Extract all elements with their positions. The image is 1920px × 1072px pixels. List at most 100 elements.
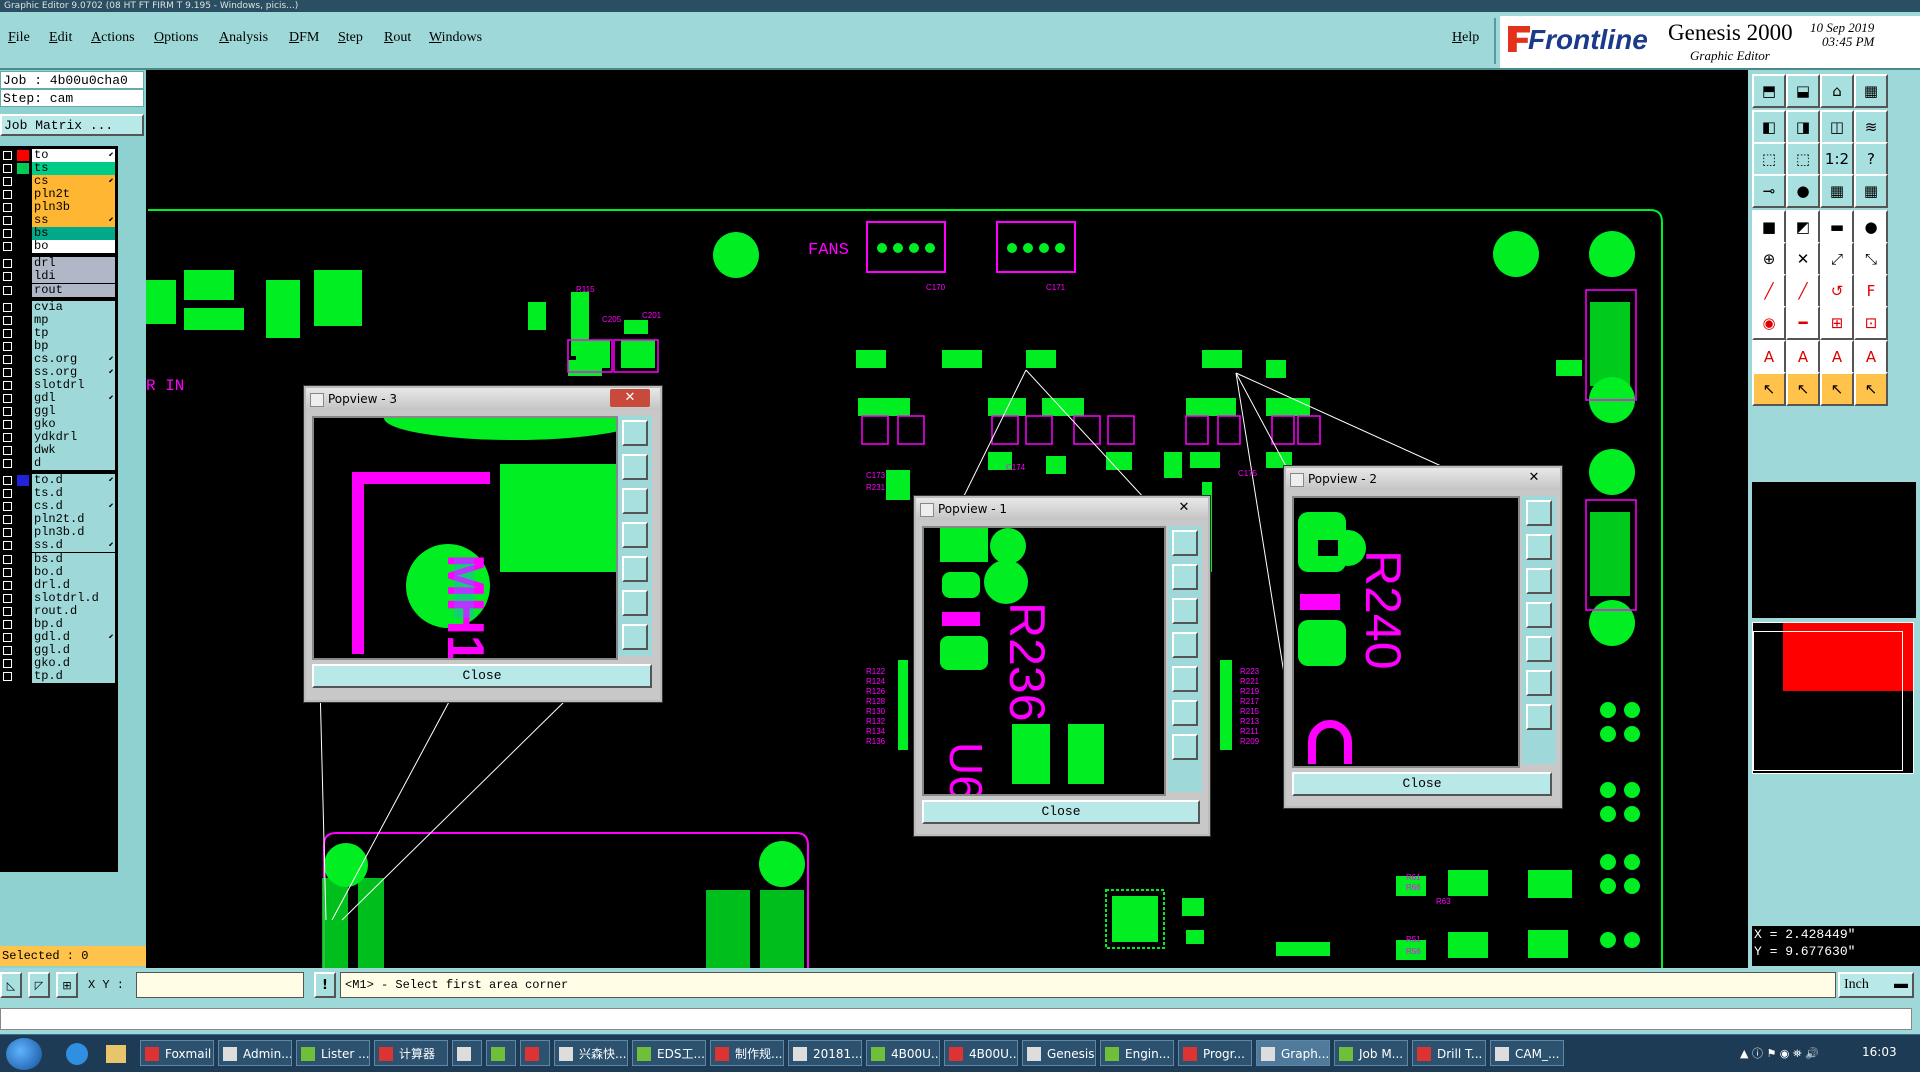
job-matrix-button[interactable]: Job Matrix ...: [0, 114, 144, 136]
dfm-icon[interactable]: ▦: [1854, 174, 1888, 208]
layer-name[interactable]: bp.d: [32, 617, 115, 631]
layer-name[interactable]: bs: [32, 227, 115, 241]
layer-name[interactable]: tp: [32, 326, 115, 340]
layer-name[interactable]: gko: [32, 418, 115, 431]
taskbar-item[interactable]: Drill T...: [1412, 1040, 1486, 1066]
taskbar-item[interactable]: Progr...: [1178, 1040, 1252, 1066]
zoom-1to1-icon[interactable]: 1:2: [1820, 142, 1854, 176]
layer-checkbox[interactable]: [3, 515, 12, 525]
flip-icon[interactable]: F: [1854, 274, 1888, 308]
popview-2-close-icon[interactable]: ✕: [1514, 469, 1554, 487]
netlist-icon[interactable]: ▦: [1820, 174, 1854, 208]
layer-name[interactable]: drl: [32, 257, 115, 271]
taskbar-item[interactable]: [520, 1040, 550, 1066]
pan-right-button[interactable]: [1172, 666, 1198, 692]
text2-icon[interactable]: A: [1820, 340, 1854, 374]
layer-checkbox[interactable]: [3, 645, 12, 655]
layer-name[interactable]: bp: [32, 339, 115, 353]
layer-name[interactable]: bo.d: [32, 565, 115, 579]
popview-3-view[interactable]: MH15: [312, 416, 618, 660]
popview-1-view[interactable]: R236 U6: [922, 526, 1166, 796]
layer-name[interactable]: slotdrl: [32, 378, 115, 392]
taskbar-item[interactable]: 兴森快...: [554, 1040, 628, 1066]
rotate-icon[interactable]: ↺: [1820, 274, 1854, 308]
layer-name[interactable]: cs.d: [32, 500, 115, 514]
layer-name[interactable]: ts: [32, 162, 115, 176]
popview-1-close-icon[interactable]: ✕: [1164, 499, 1204, 517]
measure-icon[interactable]: ⊸: [1752, 174, 1786, 208]
pan-left-button[interactable]: [622, 522, 648, 548]
zoom-home-button[interactable]: [622, 488, 648, 514]
zoom-home-button[interactable]: [1526, 568, 1552, 594]
layer-name[interactable]: pln3b: [32, 201, 115, 215]
layer-name[interactable]: ss.org: [32, 365, 115, 379]
connect-icon[interactable]: ⊕: [1752, 242, 1786, 276]
xy-input[interactable]: [136, 972, 304, 998]
layer-name[interactable]: ss: [32, 214, 115, 228]
layer-checkbox[interactable]: [3, 302, 12, 312]
layer-checkbox[interactable]: [3, 606, 12, 616]
layer-checkbox[interactable]: [3, 380, 12, 390]
layer-checkbox[interactable]: [3, 341, 12, 351]
layer-checkbox[interactable]: [3, 489, 12, 499]
layer-color-swatch[interactable]: [17, 150, 29, 161]
menu-dfm[interactable]: DFM: [289, 30, 319, 46]
layer-name[interactable]: mp: [32, 313, 115, 327]
layer-checkbox[interactable]: [3, 393, 12, 403]
layer-name[interactable]: ggl.d: [32, 643, 115, 657]
zoom-in-button[interactable]: [1526, 500, 1552, 526]
layer-checkbox[interactable]: [3, 190, 12, 200]
layer-name[interactable]: ts.d: [32, 487, 115, 501]
split-icon[interactable]: ⤢: [1820, 242, 1854, 276]
layer-color-swatch[interactable]: [17, 475, 29, 487]
taskbar-item[interactable]: 制作规...: [710, 1040, 784, 1066]
mirror-icon[interactable]: ⊞: [1820, 306, 1854, 340]
layer-checkbox[interactable]: [3, 242, 12, 252]
select2-icon[interactable]: ↖: [1786, 372, 1820, 406]
explorer-icon[interactable]: [106, 1045, 126, 1063]
layer-name[interactable]: cs.org: [32, 352, 115, 366]
taskbar-item[interactable]: Admin...: [218, 1040, 292, 1066]
layer-checkbox[interactable]: [3, 164, 12, 174]
pad-icon[interactable]: ■: [1752, 210, 1786, 244]
taskbar-item[interactable]: 4B00U...: [944, 1040, 1018, 1066]
redraw-icon[interactable]: ≋: [1854, 110, 1888, 144]
open-job-icon[interactable]: ⬒: [1752, 74, 1786, 108]
layer-checkbox[interactable]: [3, 216, 12, 226]
layer-name[interactable]: d: [32, 457, 115, 471]
layer-checkbox[interactable]: [3, 272, 12, 282]
layer-checkbox[interactable]: [3, 328, 12, 338]
layer-name[interactable]: ydkdrl: [32, 431, 115, 445]
query-icon[interactable]: ?: [1854, 142, 1888, 176]
taskbar-item[interactable]: [486, 1040, 516, 1066]
layer-name[interactable]: tp.d: [32, 669, 115, 683]
center-button[interactable]: [1172, 734, 1198, 760]
taskbar-item[interactable]: Job M...: [1334, 1040, 1408, 1066]
delete-icon[interactable]: ✕: [1786, 242, 1820, 276]
move-icon[interactable]: ⤡: [1854, 242, 1888, 276]
taskbar-item[interactable]: Lister ...: [296, 1040, 370, 1066]
layer-color-swatch[interactable]: [17, 163, 29, 175]
popview-3-close-button[interactable]: Close: [312, 664, 652, 688]
zoom-fit-icon[interactable]: ⬚: [1752, 142, 1786, 176]
taskbar-item[interactable]: Graph...: [1256, 1040, 1330, 1066]
measure-icon[interactable]: ◸: [28, 972, 50, 998]
layer-row-rout[interactable]: rout: [0, 283, 118, 298]
highlight-icon[interactable]: ◩: [1786, 210, 1820, 244]
layer-name[interactable]: to: [32, 149, 115, 162]
pan-left-button[interactable]: [1526, 602, 1552, 628]
menu-options[interactable]: Options: [154, 30, 198, 46]
layer-checkbox[interactable]: [3, 285, 12, 295]
layer-checkbox[interactable]: [3, 315, 12, 325]
menu-file[interactable]: File: [8, 30, 30, 46]
menu-analysis[interactable]: Analysis: [219, 30, 268, 46]
layer-checkbox[interactable]: [3, 502, 12, 512]
layer-name[interactable]: pln2t.d: [32, 513, 115, 527]
layer-checkbox[interactable]: [3, 259, 12, 269]
layer-checkbox[interactable]: [3, 446, 12, 456]
back-icon[interactable]: ◧: [1752, 110, 1786, 144]
menu-help[interactable]: Help: [1452, 30, 1479, 46]
probe-icon[interactable]: ●: [1786, 174, 1820, 208]
save-icon[interactable]: ⬓: [1786, 74, 1820, 108]
layer-name[interactable]: rout: [32, 283, 115, 297]
